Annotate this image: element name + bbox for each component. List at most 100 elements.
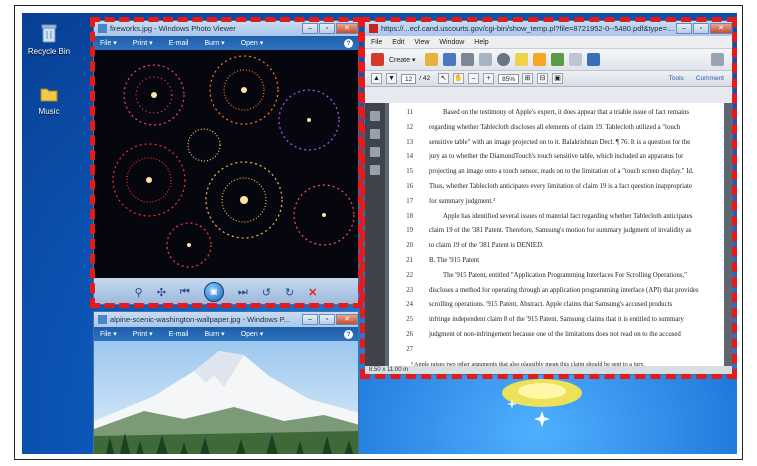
minimize-button[interactable]: – bbox=[302, 314, 318, 325]
desktop-icon-music[interactable]: Music bbox=[26, 85, 72, 116]
next-icon[interactable]: ⏭ bbox=[238, 286, 248, 299]
line-number: 13 bbox=[406, 138, 413, 146]
fit-page-icon[interactable]: ⊞ bbox=[522, 73, 534, 84]
title-bar[interactable]: alpine-scenic-washington-wallpaper.jpg -… bbox=[94, 312, 358, 327]
maximize-button[interactable]: ▫ bbox=[319, 314, 335, 325]
menu-open[interactable]: Open ▾ bbox=[241, 330, 264, 338]
line-number: 19 bbox=[406, 227, 413, 235]
highlight-icon[interactable] bbox=[533, 53, 547, 66]
create-button[interactable]: Create ▾ bbox=[389, 56, 415, 64]
comment-pane-button[interactable]: Comment bbox=[696, 75, 724, 82]
menu-email[interactable]: E-mail bbox=[169, 331, 189, 338]
line-number: 12 bbox=[406, 123, 413, 131]
close-button[interactable]: ✕ bbox=[336, 23, 358, 34]
image-icon[interactable] bbox=[587, 53, 601, 66]
email-icon[interactable] bbox=[479, 53, 493, 66]
screenshot-frame: Recycle Bin Music alpine-scenic-washingt… bbox=[14, 5, 743, 460]
title-bar[interactable]: https://...ecf.cand.uscourts.gov/cgi-bin… bbox=[365, 21, 732, 36]
line-number: 21 bbox=[406, 257, 413, 264]
settings-icon[interactable] bbox=[497, 53, 511, 66]
minimize-button[interactable]: – bbox=[676, 23, 692, 34]
photo-viewer-window-fireworks[interactable]: fireworks.jpg - Windows Photo Viewer – ▫… bbox=[93, 20, 359, 305]
rotate-right-icon[interactable]: ↻ bbox=[285, 286, 294, 299]
desktop-icon-recycle-bin[interactable]: Recycle Bin bbox=[26, 23, 72, 56]
line-text: regarding whether Tablecloth discloses a… bbox=[429, 123, 681, 131]
select-tool-icon[interactable]: ↖ bbox=[438, 73, 450, 84]
share-icon[interactable] bbox=[551, 53, 565, 66]
zoom-icon[interactable]: ⚲ bbox=[135, 286, 143, 299]
line-text: Based on the testimony of Apple's expert… bbox=[443, 109, 690, 116]
navigation-bar: ▲ ▼ 12 / 42 ↖ ✋ – + 85% ⊞ ⊟ ▣ Tools Comm… bbox=[365, 71, 732, 87]
pages-panel-icon[interactable] bbox=[370, 111, 380, 121]
rotate-left-icon[interactable]: ↺ bbox=[262, 286, 271, 299]
save-icon[interactable] bbox=[443, 53, 457, 66]
menu-edit[interactable]: Edit bbox=[392, 39, 404, 46]
menu-open[interactable]: Open ▾ bbox=[241, 39, 264, 47]
maximize-button[interactable]: ▫ bbox=[693, 23, 709, 34]
menu-file[interactable]: File ▾ bbox=[100, 39, 117, 47]
menu-file[interactable]: File bbox=[371, 39, 382, 46]
read-mode-icon[interactable]: ▣ bbox=[552, 73, 564, 84]
line-text: judgment of non-infringement because one… bbox=[429, 331, 681, 338]
window-title: fireworks.jpg - Windows Photo Viewer bbox=[110, 24, 236, 33]
line-text: jury as to whether the DiamondTouch's to… bbox=[429, 153, 684, 161]
line-text: for summary judgment.³ bbox=[429, 197, 496, 205]
page-number-input[interactable]: 12 bbox=[401, 73, 417, 84]
signatures-panel-icon[interactable] bbox=[370, 165, 380, 175]
menu-print[interactable]: Print ▾ bbox=[133, 330, 153, 338]
menu-view[interactable]: View bbox=[414, 39, 429, 46]
zoom-out-icon[interactable]: – bbox=[468, 73, 480, 84]
line-text: discloses a method for operating through… bbox=[429, 286, 699, 294]
menu-bar: File ▾ Print ▾ E-mail Burn ▾ Open ▾ ? bbox=[94, 327, 358, 341]
zoom-in-icon[interactable]: + bbox=[483, 73, 495, 84]
menu-burn[interactable]: Burn ▾ bbox=[204, 39, 224, 47]
previous-icon[interactable]: ⏮ bbox=[180, 286, 190, 299]
next-page-icon[interactable]: ▼ bbox=[386, 73, 397, 84]
hand-tool-icon[interactable]: ✋ bbox=[453, 73, 465, 84]
pdf-app-icon bbox=[369, 24, 378, 33]
line-text: B. The '915 Patent bbox=[429, 257, 480, 264]
fit-width-icon[interactable]: ⊟ bbox=[537, 73, 549, 84]
expand-icon[interactable] bbox=[711, 53, 724, 66]
menu-file[interactable]: File ▾ bbox=[100, 330, 117, 338]
help-icon[interactable]: ? bbox=[344, 38, 353, 48]
slideshow-icon[interactable]: ▣ bbox=[203, 282, 224, 302]
menu-print[interactable]: Print ▾ bbox=[133, 39, 153, 47]
menu-bar: File ▾ Print ▾ E-mail Burn ▾ Open ▾ ? bbox=[94, 36, 358, 50]
document-page[interactable]: 11 Based on the testimony of Apple's expe… bbox=[389, 103, 724, 366]
fireworks-photo bbox=[94, 50, 358, 278]
previous-page-icon[interactable]: ▲ bbox=[371, 73, 382, 84]
close-button[interactable]: ✕ bbox=[710, 23, 732, 34]
line-text: to claim 19 of the '381 Patent is DENIED… bbox=[429, 242, 544, 250]
mountain-photo bbox=[94, 341, 358, 454]
minimize-button[interactable]: – bbox=[302, 23, 318, 34]
zoom-select[interactable]: 85% bbox=[498, 73, 520, 84]
title-bar[interactable]: fireworks.jpg - Windows Photo Viewer – ▫… bbox=[94, 21, 358, 36]
fit-icon[interactable]: ✣ bbox=[157, 286, 166, 299]
tools-pane-button[interactable]: Tools bbox=[669, 75, 684, 82]
line-text: Apple has identified several issues of m… bbox=[443, 212, 693, 220]
attachments-panel-icon[interactable] bbox=[370, 147, 380, 157]
bookmarks-panel-icon[interactable] bbox=[370, 129, 380, 139]
delete-icon[interactable]: ✕ bbox=[308, 286, 317, 299]
line-number: 17 bbox=[406, 197, 413, 205]
open-icon[interactable] bbox=[425, 53, 439, 66]
menu-burn[interactable]: Burn ▾ bbox=[204, 330, 224, 338]
close-button[interactable]: ✕ bbox=[336, 314, 358, 325]
menu-window[interactable]: Window bbox=[439, 39, 464, 46]
print-icon[interactable] bbox=[461, 53, 475, 66]
comment-bubble-icon[interactable] bbox=[515, 53, 529, 66]
menu-help[interactable]: Help bbox=[474, 39, 488, 46]
help-icon[interactable]: ? bbox=[344, 329, 353, 339]
line-number: 16 bbox=[406, 183, 413, 190]
line-text: claim 19 of the '381 Patent. Therefore, … bbox=[429, 227, 692, 235]
maximize-button[interactable]: ▫ bbox=[319, 23, 335, 34]
create-icon bbox=[371, 53, 384, 66]
photo-viewer-window-alpine[interactable]: alpine-scenic-washington-wallpaper.jpg -… bbox=[93, 311, 359, 454]
document-icon[interactable] bbox=[569, 53, 583, 66]
line-number: 24 bbox=[406, 301, 413, 309]
menu-email[interactable]: E-mail bbox=[169, 40, 189, 47]
menu-bar: File Edit View Window Help bbox=[365, 36, 732, 49]
desktop-icon-label: Music bbox=[38, 107, 60, 116]
pdf-viewer-window[interactable]: https://...ecf.cand.uscourts.gov/cgi-bin… bbox=[364, 20, 733, 375]
